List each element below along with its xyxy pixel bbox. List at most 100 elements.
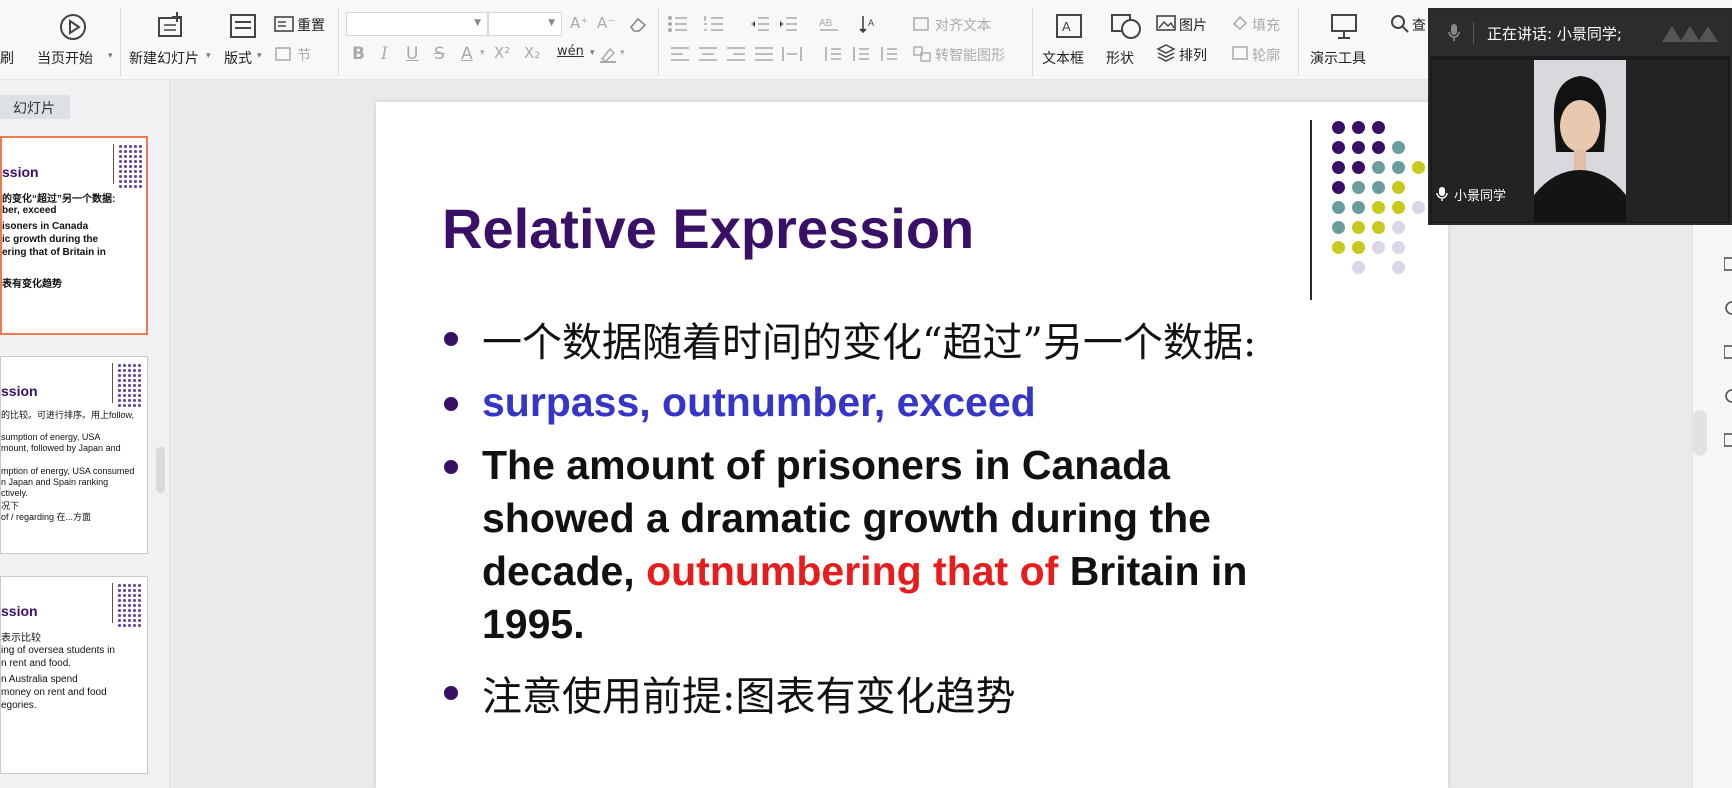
distribute-icon[interactable]: [782, 45, 802, 63]
shape-icon[interactable]: [1110, 12, 1142, 40]
slide-title[interactable]: Relative Expression: [442, 196, 974, 261]
thumbnail-line: sumption of energy, USA: [1, 432, 101, 442]
bullet-keywords[interactable]: surpass, outnumber, exceed: [482, 376, 1036, 429]
layout-button[interactable]: 版式: [224, 48, 252, 68]
arrange-icon[interactable]: [1156, 44, 1176, 62]
slide-thumbnail-1[interactable]: ssion 的变化“超过”另一个数据: ber, exceed isoners …: [0, 136, 148, 335]
new-slide-button[interactable]: 新建幻灯片: [129, 48, 199, 68]
decorative-dot: [1392, 261, 1405, 274]
format-painter-label[interactable]: 刷: [0, 48, 14, 68]
textbox-button[interactable]: 文本框: [1042, 48, 1084, 68]
toolbar-divider: [1032, 8, 1033, 76]
video-call-overlay[interactable]: 正在讲话: 小景同学; 小景同学: [1428, 8, 1732, 225]
tab-slides[interactable]: 幻灯片: [0, 95, 70, 119]
bullet-usage-note[interactable]: 注意使用前提:图表有变化趋势: [482, 664, 1015, 722]
thumbnail-dot-grid: [117, 583, 141, 627]
outline-icon[interactable]: [1230, 44, 1250, 62]
align-center-icon[interactable]: [698, 45, 718, 63]
thumbnail-title: ssion: [1, 383, 38, 399]
smartart-icon[interactable]: [912, 45, 932, 63]
outline-button[interactable]: 轮廓: [1252, 45, 1280, 65]
find-button[interactable]: 查: [1412, 15, 1426, 35]
tool-icon[interactable]: [1724, 388, 1732, 404]
subscript-button[interactable]: X₂: [524, 44, 540, 62]
section-icon[interactable]: [274, 45, 294, 63]
paragraph-spacing-icon[interactable]: [822, 45, 842, 63]
align-text-button[interactable]: 对齐文本: [935, 15, 991, 35]
section-button[interactable]: 节: [297, 45, 311, 65]
presentation-tools-icon[interactable]: [1330, 12, 1360, 40]
superscript-button[interactable]: X²: [494, 44, 510, 62]
chevron-down-icon[interactable]: ▾: [620, 48, 625, 58]
reset-button[interactable]: 重置: [297, 15, 325, 35]
align-left-icon[interactable]: [670, 45, 690, 63]
tool-icon[interactable]: [1724, 300, 1732, 316]
chevron-down-icon[interactable]: ▾: [257, 51, 262, 61]
play-from-current-button[interactable]: 当页开始: [37, 48, 93, 68]
underline-button[interactable]: U: [406, 44, 418, 64]
highlight-icon[interactable]: [598, 45, 618, 63]
thumbnail-line: money on rent and food: [1, 687, 107, 698]
chevron-down-icon[interactable]: ▾: [108, 51, 113, 61]
current-slide[interactable]: Relative Expression 一个数据随着时间的变化“超过”另一个数据…: [376, 102, 1448, 788]
tool-icon[interactable]: [1724, 432, 1732, 448]
align-right-icon[interactable]: [726, 45, 746, 63]
bold-button[interactable]: B: [352, 44, 365, 64]
chevron-down-icon[interactable]: ▾: [206, 51, 211, 61]
picture-icon[interactable]: [1156, 14, 1176, 32]
font-color-button[interactable]: A: [461, 44, 473, 64]
strikethrough-button[interactable]: S: [434, 44, 445, 64]
thumbnail-line: isoners in Canada: [2, 221, 89, 232]
align-text-icon[interactable]: [912, 15, 932, 33]
decorative-dot: [1392, 221, 1405, 234]
fill-icon[interactable]: [1230, 14, 1250, 32]
font-size-select[interactable]: ▼: [488, 12, 562, 36]
smartart-button[interactable]: 转智能图形: [935, 45, 1005, 65]
decorative-dot: [1352, 181, 1365, 194]
tool-icon[interactable]: [1724, 256, 1732, 272]
slide-thumbnail-2[interactable]: ssion 的比较。可进行排序。用上follow, sumption of en…: [0, 356, 148, 554]
tool-icon[interactable]: [1724, 344, 1732, 360]
thumbnail-divider: [112, 363, 113, 403]
participant-name: 小景同学: [1454, 189, 1507, 204]
numbered-list-icon[interactable]: [703, 15, 729, 33]
chevron-down-icon[interactable]: ▾: [480, 48, 485, 58]
italic-button[interactable]: I: [381, 44, 388, 64]
presentation-tools-button[interactable]: 演示工具: [1310, 48, 1366, 68]
search-icon[interactable]: [1390, 14, 1410, 34]
bullet-example-line-2[interactable]: showed a dramatic growth during the: [482, 492, 1211, 545]
layout-icon[interactable]: [229, 12, 257, 40]
shrink-font-button[interactable]: A⁻: [597, 14, 615, 32]
spacing-options-icon[interactable]: [878, 45, 898, 63]
bullet-example-line-1[interactable]: The amount of prisoners in Canada: [482, 439, 1170, 492]
canvas-scrollbar[interactable]: [1693, 410, 1707, 456]
textbox-icon[interactable]: A: [1054, 12, 1084, 40]
font-family-select[interactable]: ▼: [346, 12, 488, 36]
bullet-list-icon[interactable]: [667, 15, 693, 33]
justify-icon[interactable]: [754, 45, 774, 63]
text-direction-icon[interactable]: AB: [818, 15, 840, 33]
bullet-example-line-3[interactable]: decade, outnumbering that of Britain in: [482, 545, 1247, 598]
reset-icon[interactable]: [274, 15, 294, 33]
bullet-example-line-4[interactable]: 1995.: [482, 598, 585, 651]
play-icon[interactable]: [58, 12, 88, 42]
phonetic-guide-button[interactable]: wén: [557, 44, 584, 59]
line-spacing-icon[interactable]: A: [858, 14, 880, 34]
picture-button[interactable]: 图片: [1179, 15, 1207, 35]
column-spacing-icon[interactable]: [850, 45, 870, 63]
fill-button[interactable]: 填充: [1252, 15, 1280, 35]
slide-thumbnail-3[interactable]: ssion 表示比较 ing of oversea students in n …: [0, 576, 148, 774]
decorative-dot: [1372, 241, 1385, 254]
new-slide-icon[interactable]: [156, 10, 186, 40]
grow-font-button[interactable]: A⁺: [570, 14, 588, 32]
thumbnail-scrollbar[interactable]: [156, 447, 165, 493]
eraser-icon[interactable]: [628, 15, 648, 33]
bullet-chinese-definition[interactable]: 一个数据随着时间的变化“超过”另一个数据:: [482, 310, 1256, 368]
microphone-icon[interactable]: [1447, 23, 1461, 43]
increase-indent-icon[interactable]: [778, 15, 798, 33]
svg-text:A: A: [868, 18, 874, 28]
chevron-down-icon[interactable]: ▾: [590, 48, 595, 58]
arrange-button[interactable]: 排列: [1179, 45, 1207, 65]
shape-button[interactable]: 形状: [1106, 48, 1134, 68]
decrease-indent-icon[interactable]: [750, 15, 770, 33]
